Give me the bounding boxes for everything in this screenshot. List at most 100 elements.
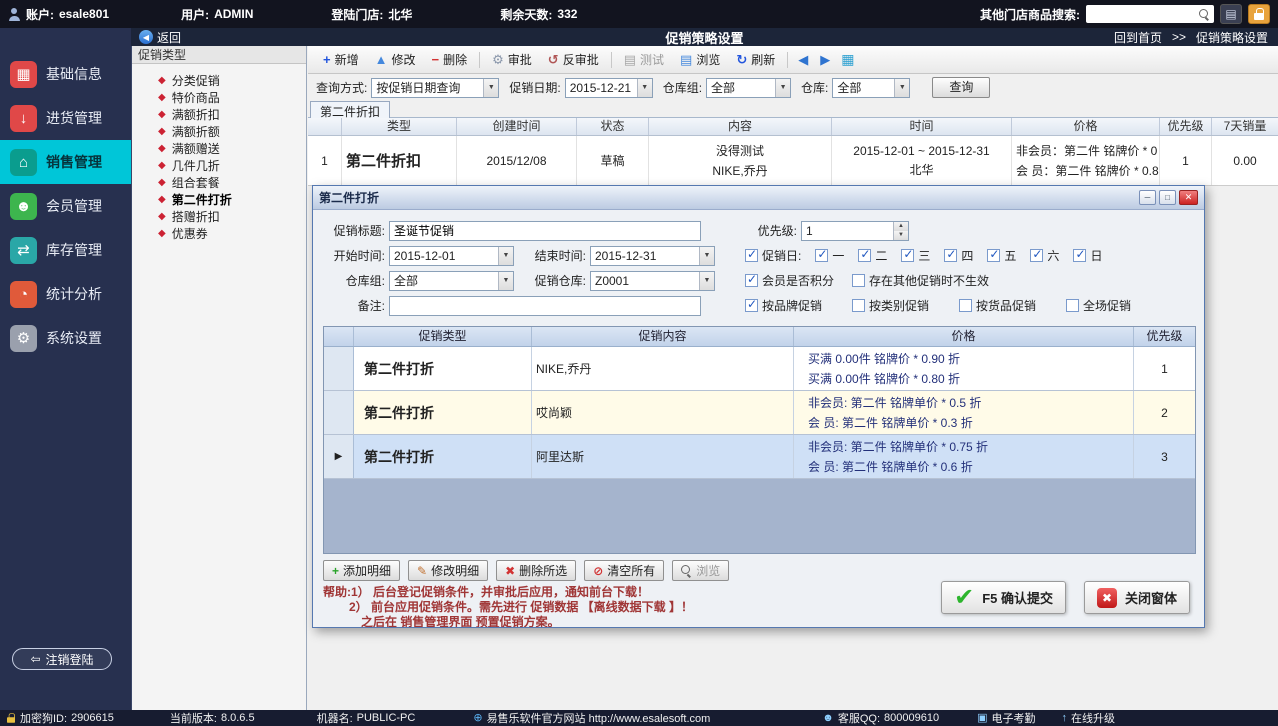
sidebar-item-sales[interactable]: ⌂ 销售管理	[0, 140, 131, 184]
header-content[interactable]: 内容	[649, 118, 832, 135]
minimize-button[interactable]: ─	[1139, 190, 1156, 205]
website-link[interactable]: ⊕ 易售乐软件官方网站 http://www.esalesoft.com	[473, 710, 710, 726]
records-book-icon[interactable]: ▦	[837, 51, 858, 68]
row-selector[interactable]	[324, 347, 354, 390]
day-wed-checkbox[interactable]: 三	[901, 247, 930, 264]
detail-header-priority[interactable]: 优先级	[1134, 327, 1195, 346]
remark-input[interactable]	[389, 296, 701, 316]
day-tue-checkbox[interactable]: 二	[858, 247, 887, 264]
submit-button[interactable]: ✔ F5 确认提交	[941, 581, 1066, 614]
whole-store-checkbox[interactable]: 全场促销	[1066, 297, 1131, 314]
detail-header-price[interactable]: 价格	[794, 327, 1134, 346]
back-button[interactable]: ◀ 返回	[139, 29, 181, 46]
header-priority[interactable]: 优先级	[1160, 118, 1212, 135]
start-time-select[interactable]: 2015-12-01 ▼	[389, 246, 514, 266]
current-row-marker[interactable]: ▶	[324, 435, 354, 478]
logout-button[interactable]: ⇦ 注销登陆	[12, 648, 112, 670]
row-selector[interactable]	[324, 391, 354, 434]
stepper-up-icon[interactable]: ▲	[894, 222, 908, 231]
warehouse-select[interactable]: 全部 ▼	[832, 78, 910, 98]
header-status[interactable]: 状态	[577, 118, 649, 135]
stepper-down-icon[interactable]: ▼	[894, 231, 908, 240]
by-category-checkbox[interactable]: 按类别促销	[852, 297, 929, 314]
version-info: 当前版本: 8.0.6.5	[170, 710, 255, 726]
priority-stepper[interactable]: 1 ▲ ▼	[801, 221, 909, 241]
promo-title-input[interactable]	[389, 221, 701, 241]
home-link[interactable]: 回到首页	[1114, 29, 1162, 46]
search-input[interactable]	[1086, 5, 1214, 23]
promo-type-item-selected[interactable]: ◆第二件打折	[132, 191, 306, 208]
refresh-button[interactable]: ↻刷新	[729, 48, 782, 71]
detail-row[interactable]: 第二件打折 哎尚颖 非会员: 第二件 铭牌单价 * 0.5 折 会 员: 第二件…	[324, 391, 1195, 435]
promo-date-select[interactable]: 2015-12-21 ▼	[565, 78, 653, 98]
header-time[interactable]: 时间	[832, 118, 1012, 135]
detail-header-content[interactable]: 促销内容	[532, 327, 794, 346]
promo-type-item[interactable]: ◆特价商品	[132, 89, 306, 106]
promo-type-item[interactable]: ◆组合套餐	[132, 174, 306, 191]
header-type[interactable]: 类型	[342, 118, 457, 135]
approve-button[interactable]: ⚙审批	[485, 48, 539, 71]
dialog-title-bar[interactable]: 第二件打折 ─ □ ✕	[313, 186, 1204, 210]
unapprove-button[interactable]: ↺反审批	[541, 48, 606, 71]
sidebar-item-inventory[interactable]: ⇄ 库存管理	[0, 228, 131, 272]
by-brand-checkbox[interactable]: 按品牌促销	[745, 297, 822, 314]
logout-icon: ⇦	[30, 652, 40, 666]
query-button[interactable]: 查询	[932, 77, 990, 98]
day-sat-checkbox[interactable]: 六	[1030, 247, 1059, 264]
sidebar-item-purchase[interactable]: ↓ 进货管理	[0, 96, 131, 140]
breadcrumb-current[interactable]: 促销策略设置	[1196, 29, 1268, 46]
promo-warehouse-select[interactable]: Z0001 ▼	[590, 271, 715, 291]
header-sales7d[interactable]: 7天销量	[1212, 118, 1278, 135]
delete-button[interactable]: −删除	[425, 48, 475, 71]
promo-type-item[interactable]: ◆搭赠折扣	[132, 208, 306, 225]
lock-button[interactable]	[1248, 4, 1270, 24]
promo-type-item[interactable]: ◆分类促销	[132, 72, 306, 89]
detail-row[interactable]: 第二件打折 NIKE,乔丹 买满 0.00件 铭牌价 * 0.90 折 买满 0…	[324, 347, 1195, 391]
member-points-checkbox[interactable]: 会员是否积分	[745, 272, 834, 289]
by-goods-checkbox[interactable]: 按货品促销	[959, 297, 1036, 314]
day-sun-checkbox[interactable]: 日	[1073, 247, 1102, 264]
sidebar-item-base-info[interactable]: ▦ 基础信息	[0, 52, 131, 96]
next-page-button[interactable]: ▶	[815, 52, 835, 68]
edit-button[interactable]: ▲修改	[368, 48, 423, 71]
close-icon[interactable]: ✕	[1179, 190, 1198, 205]
submit-label: F5 确认提交	[982, 588, 1053, 607]
detail-header-type[interactable]: 促销类型	[354, 327, 532, 346]
promo-type-item[interactable]: ◆满额折额	[132, 123, 306, 140]
promo-type-item[interactable]: ◆优惠券	[132, 225, 306, 242]
table-row[interactable]: 1 第二件折扣 2015/12/08 草稿 没得测试 NIKE,乔丹 2015-…	[308, 136, 1278, 186]
close-window-button[interactable]: ✖ 关闭窗体	[1084, 581, 1190, 614]
clear-all-button[interactable]: ⊘清空所有	[584, 560, 664, 581]
attendance-link[interactable]: ▣ 电子考勤	[977, 710, 1035, 726]
detail-row-selected[interactable]: ▶ 第二件打折 阿里达斯 非会员: 第二件 铭牌单价 * 0.75 折 会 员:…	[324, 435, 1195, 479]
promo-type-item[interactable]: ◆满额赠送	[132, 140, 306, 157]
list-view-button[interactable]: ▤	[1220, 4, 1242, 24]
day-mon-checkbox[interactable]: 一	[815, 247, 844, 264]
promo-type-item[interactable]: ◆几件几折	[132, 157, 306, 174]
sidebar-item-settings[interactable]: ⚙ 系统设置	[0, 316, 131, 360]
header-created[interactable]: 创建时间	[457, 118, 577, 135]
end-time-select[interactable]: 2015-12-31 ▼	[590, 246, 715, 266]
delete-selected-button[interactable]: ✖删除所选	[496, 560, 576, 581]
maximize-button[interactable]: □	[1159, 190, 1176, 205]
promo-days-checkbox[interactable]: 促销日:	[745, 247, 801, 264]
day-fri-checkbox[interactable]: 五	[987, 247, 1016, 264]
sidebar-item-member[interactable]: ☻ 会员管理	[0, 184, 131, 228]
warehouse-group-select[interactable]: 全部 ▼	[706, 78, 791, 98]
browse-detail-button[interactable]: 浏览	[672, 560, 729, 581]
add-detail-button[interactable]: +添加明细	[323, 560, 400, 581]
browse-button[interactable]: ▤浏览	[673, 48, 727, 71]
test-button[interactable]: ▤测试	[617, 48, 671, 71]
warehouse-group-select[interactable]: 全部 ▼	[389, 271, 514, 291]
search-icon[interactable]	[1199, 9, 1210, 20]
upgrade-link[interactable]: ↑ 在线升级	[1062, 710, 1116, 726]
header-price[interactable]: 价格	[1012, 118, 1160, 135]
query-method-select[interactable]: 按促销日期查询 ▼	[371, 78, 499, 98]
edit-detail-button[interactable]: ✎修改明细	[408, 560, 488, 581]
other-promo-checkbox[interactable]: 存在其他促销时不生效	[852, 272, 989, 289]
sidebar-item-statistics[interactable]: ◔ 统计分析	[0, 272, 131, 316]
prev-page-button[interactable]: ◀	[793, 52, 813, 68]
day-thu-checkbox[interactable]: 四	[944, 247, 973, 264]
promo-type-item[interactable]: ◆满额折扣	[132, 106, 306, 123]
add-button[interactable]: +新增	[316, 48, 366, 71]
